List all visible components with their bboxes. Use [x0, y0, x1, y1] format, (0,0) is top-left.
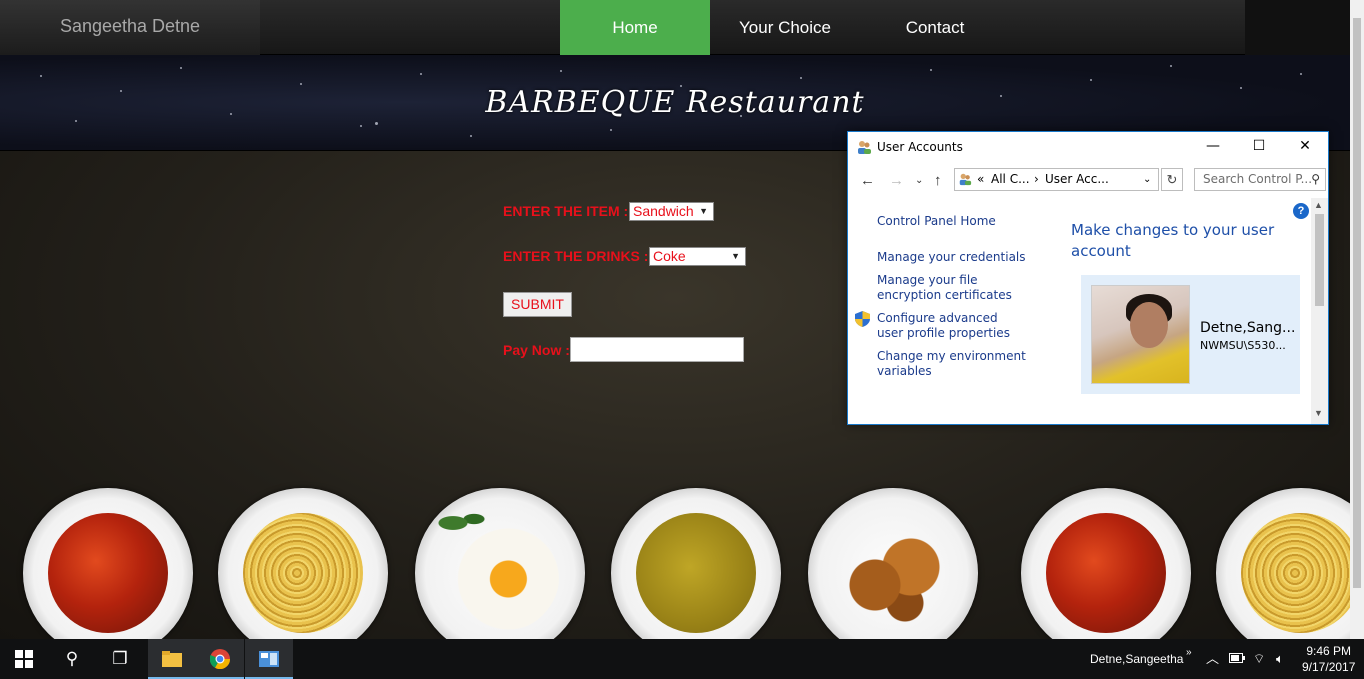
plate-tomato-soup-2: [1021, 488, 1191, 639]
window-body: Control Panel Home Manage your credentia…: [848, 198, 1328, 424]
search-icon[interactable]: ⚲: [48, 639, 96, 679]
avatar: [1091, 285, 1190, 384]
chevron-right-icon[interactable]: »: [1186, 633, 1192, 673]
uac-shield-icon: [855, 311, 870, 327]
window-titlebar[interactable]: User Accounts — ☐ ✕: [848, 132, 1328, 163]
drinks-select-value: Coke: [653, 248, 686, 264]
breadcrumb-prefix: «: [977, 172, 985, 186]
task-view-icon[interactable]: ❐: [96, 639, 144, 679]
search-input[interactable]: Search Control P... ⚲: [1194, 168, 1326, 191]
user-accounts-window: User Accounts — ☐ ✕ ← → ⌄ ↑ « All C... ›…: [847, 131, 1329, 425]
link-file-encryption[interactable]: Manage your file encryption certificates: [877, 273, 1037, 303]
chevron-down-icon[interactable]: ⌄: [1143, 169, 1151, 190]
plate-noodles: [218, 488, 388, 639]
chevron-down-icon: ▼: [699, 206, 708, 216]
window-scrollbar[interactable]: ▲ ▼: [1311, 198, 1328, 424]
clock-date: 9/17/2017: [1302, 660, 1356, 674]
link-control-panel-home[interactable]: Control Panel Home: [877, 214, 1047, 229]
taskbar-user[interactable]: Detne,Sangeetha: [1090, 639, 1183, 679]
plate-tomato-soup: [23, 488, 193, 639]
nav-contact[interactable]: Contact: [860, 0, 1010, 55]
pay-label: Pay Now :: [503, 342, 570, 358]
control-panel-icon[interactable]: [245, 639, 293, 679]
submit-button[interactable]: SUBMIT: [503, 292, 572, 317]
window-title: User Accounts: [877, 140, 963, 154]
breadcrumb-all-control-panel[interactable]: All C...: [991, 169, 1030, 190]
scroll-down-icon[interactable]: ▼: [1314, 408, 1323, 418]
window-toolbar: ← → ⌄ ↑ « All C... › User Acc... ⌄ ↻ Sea…: [848, 163, 1328, 197]
item-label: ENTER THE ITEM :: [503, 203, 629, 219]
link-advanced-profile[interactable]: Configure advanced user profile properti…: [877, 311, 1027, 341]
close-button[interactable]: ✕: [1282, 132, 1328, 162]
chevron-down-icon: ▼: [731, 251, 740, 261]
forward-arrow-icon[interactable]: →: [889, 172, 904, 189]
history-dropdown-icon[interactable]: ⌄: [915, 175, 923, 186]
link-manage-credentials[interactable]: Manage your credentials: [877, 250, 1047, 265]
pay-now-input[interactable]: [570, 337, 744, 362]
brand-name[interactable]: Sangeetha Detne: [0, 0, 260, 55]
user-domain: NWMSU\S530...: [1200, 339, 1286, 352]
navbar-end: [1245, 0, 1350, 55]
refresh-button[interactable]: ↻: [1161, 168, 1183, 191]
search-icon: ⚲: [1311, 172, 1320, 186]
drinks-label: ENTER THE DRINKS :: [503, 248, 649, 264]
search-placeholder: Search Control P...: [1203, 172, 1313, 186]
user-card[interactable]: Detne,Sang... NWMSU\S530...: [1081, 275, 1300, 394]
volume-icon[interactable]: 🔈︎: [1276, 639, 1284, 679]
windows-start-icon[interactable]: [0, 639, 48, 679]
plate-green-soup: [611, 488, 781, 639]
help-icon[interactable]: ?: [1293, 203, 1309, 219]
plate-egg: [415, 488, 585, 639]
restaurant-title: BARBEQUE Restaurant: [485, 85, 865, 120]
plate-noodles-2: [1216, 488, 1350, 639]
file-explorer-icon[interactable]: [148, 639, 196, 679]
link-environment-variables[interactable]: Change my environment variables: [877, 349, 1027, 379]
up-arrow-icon[interactable]: ↑: [934, 172, 942, 189]
item-select[interactable]: Sandwich ▼: [629, 202, 714, 221]
breadcrumb-separator-icon: ›: [1034, 172, 1039, 186]
wifi-icon[interactable]: ⌔: [1253, 639, 1265, 679]
plate-croissant: [808, 488, 978, 639]
taskbar: ⚲ ❐ Detne,Sangeetha » ︿ ⌔ 🔈︎ 9:46 PM 9/1…: [0, 639, 1364, 679]
chrome-icon[interactable]: [196, 639, 244, 679]
user-name: Detne,Sang...: [1200, 320, 1296, 336]
users-icon: [959, 173, 972, 186]
drinks-select[interactable]: Coke ▼: [649, 247, 746, 266]
show-hidden-icons-icon[interactable]: ︿: [1206, 639, 1219, 679]
users-icon: [858, 141, 871, 154]
top-navbar: Sangeetha Detne Home Your Choice Contact: [0, 0, 1350, 55]
page-scrollbar[interactable]: [1350, 0, 1364, 639]
page-heading: Make changes to your user account: [1071, 221, 1275, 260]
address-bar[interactable]: « All C... › User Acc... ⌄: [954, 168, 1159, 191]
battery-icon[interactable]: [1229, 639, 1245, 679]
nav-home[interactable]: Home: [560, 0, 710, 55]
breadcrumb-user-accounts[interactable]: User Acc...: [1045, 169, 1109, 190]
minimize-button[interactable]: —: [1190, 132, 1236, 162]
scroll-up-icon[interactable]: ▲: [1314, 200, 1323, 210]
back-arrow-icon[interactable]: ←: [860, 172, 875, 189]
nav-your-choice[interactable]: Your Choice: [710, 0, 860, 55]
clock-time: 9:46 PM: [1306, 644, 1352, 658]
system-clock[interactable]: 9:46 PM 9/17/2017: [1302, 643, 1355, 675]
maximize-button[interactable]: ☐: [1236, 132, 1282, 162]
item-select-value: Sandwich: [633, 203, 694, 219]
